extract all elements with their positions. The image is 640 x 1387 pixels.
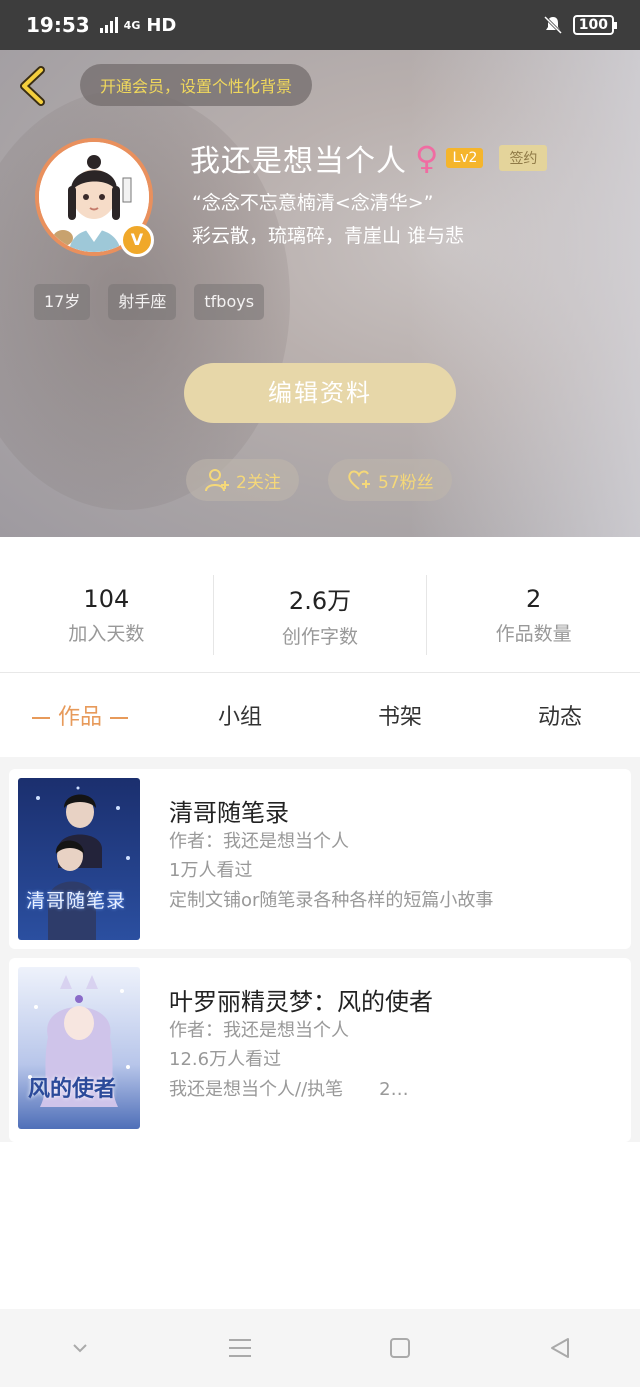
work-author: 作者：我还是想当个人 (169, 1020, 349, 1041)
stat-value: 2 (526, 584, 542, 613)
chevron-down-icon (73, 1344, 87, 1353)
following-label: 2关注 (236, 472, 281, 493)
book-cover-image (18, 967, 140, 1129)
tab-bookshelf[interactable]: 书架 (320, 699, 480, 731)
edit-profile-button[interactable]: 编辑资料 (184, 363, 456, 423)
square-icon (390, 1338, 410, 1358)
work-author: 作者：我还是想当个人 (169, 831, 349, 852)
status-time: 19:53 (26, 13, 90, 37)
work-card[interactable]: 清哥随笔录 清哥随笔录 作者：我还是想当个人 1万人看过 定制文铺or随笔录各种… (9, 769, 631, 949)
stat-word-count: 2.6万 创作字数 (212, 575, 427, 655)
user-plus-icon (205, 469, 229, 492)
level-badge: Lv2 (446, 148, 484, 168)
work-title: 叶罗丽精灵梦：风的使者 (169, 988, 433, 1016)
network-indicator: 4G HD (99, 14, 177, 36)
system-nav-bar (0, 1309, 640, 1387)
stats-row: 104 加入天数 2.6万 创作字数 2 作品数量 (0, 575, 640, 655)
nav-back-button[interactable] (530, 1328, 590, 1368)
tab-activity[interactable]: 动态 (480, 699, 640, 731)
work-title: 清哥随笔录 (169, 799, 289, 827)
triangle-back-icon (551, 1338, 569, 1358)
book-cover: 清哥随笔录 (18, 778, 140, 940)
bio-line-1: “念念不忘意楠清<念清华>” (192, 192, 434, 214)
tab-works-label: 作品 (57, 705, 102, 730)
stat-works-count: 2 作品数量 (426, 575, 640, 655)
battery-indicator: 100 (572, 15, 618, 35)
fans-button[interactable]: 57粉丝 (328, 459, 452, 501)
bio: “念念不忘意楠清<念清华>” 彩云散，琉璃碎，青崖山 谁与悲 (192, 187, 464, 253)
book-cover-image (18, 778, 140, 940)
signal-icon (99, 17, 118, 33)
work-card[interactable]: 风的使者 叶罗丽精灵梦：风的使者 作者：我还是想当个人 12.6万人看过 我还是… (9, 958, 631, 1142)
tag-interest: tfboys (194, 284, 265, 320)
divider (0, 672, 640, 673)
stat-label: 创作字数 (282, 626, 359, 648)
tab-works[interactable]: 作品 (0, 699, 160, 731)
work-views: 12.6万人看过 (169, 1049, 282, 1070)
status-bar: 19:53 4G HD 100 (0, 0, 640, 50)
heart-plus-icon (348, 470, 370, 490)
following-button[interactable]: 2关注 (186, 459, 299, 501)
nav-home-button[interactable] (370, 1328, 430, 1368)
stat-label: 作品数量 (495, 622, 572, 645)
cover-title: 风的使者 (28, 1076, 117, 1102)
verified-badge: V (120, 223, 154, 257)
tag-list: 17岁 射手座 tfboys (34, 284, 265, 320)
vip-banner[interactable]: 开通会员，设置个性化背景 (80, 64, 313, 106)
work-views: 1万人看过 (169, 860, 253, 881)
network-label: 4G (123, 18, 141, 32)
back-button[interactable] (14, 64, 54, 108)
tag-age: 17岁 (34, 284, 91, 320)
nav-menu-button[interactable] (210, 1328, 270, 1368)
nav-hide-button[interactable] (50, 1328, 110, 1368)
stat-value: 2.6万 (288, 587, 352, 615)
cover-title: 清哥随笔录 (26, 890, 127, 912)
work-description: 定制文铺or随笔录各种各样的短篇小故事 (169, 890, 494, 911)
tab-groups[interactable]: 小组 (160, 699, 320, 731)
chevron-left-icon (20, 66, 45, 106)
hd-label: HD (146, 14, 177, 36)
profile-header: 开通会员，设置个性化背景 V 我还是想当个人 ♀ Lv2 签约 “念念不忘意楠清… (0, 50, 640, 537)
fans-label: 57粉丝 (378, 472, 434, 493)
stat-label: 加入天数 (68, 622, 145, 645)
bell-muted-icon (543, 15, 562, 35)
stat-join-days: 104 加入天数 (0, 575, 213, 655)
menu-icon (229, 1339, 251, 1357)
female-icon: ♀ (415, 139, 439, 177)
tag-zodiac: 射手座 (108, 284, 177, 320)
profile-tabs: 作品 小组 书架 动态 (0, 685, 640, 745)
book-cover: 风的使者 (18, 967, 140, 1129)
work-description: 我还是想当个人//执笔 2… (169, 1079, 409, 1100)
username: 我还是想当个人 (190, 144, 407, 179)
bio-line-2: 彩云散，琉璃碎，青崖山 谁与悲 (192, 225, 465, 247)
name-row: 我还是想当个人 ♀ Lv2 签约 (190, 136, 548, 180)
stat-value: 104 (83, 584, 130, 613)
signed-badge: 签约 (499, 145, 548, 171)
